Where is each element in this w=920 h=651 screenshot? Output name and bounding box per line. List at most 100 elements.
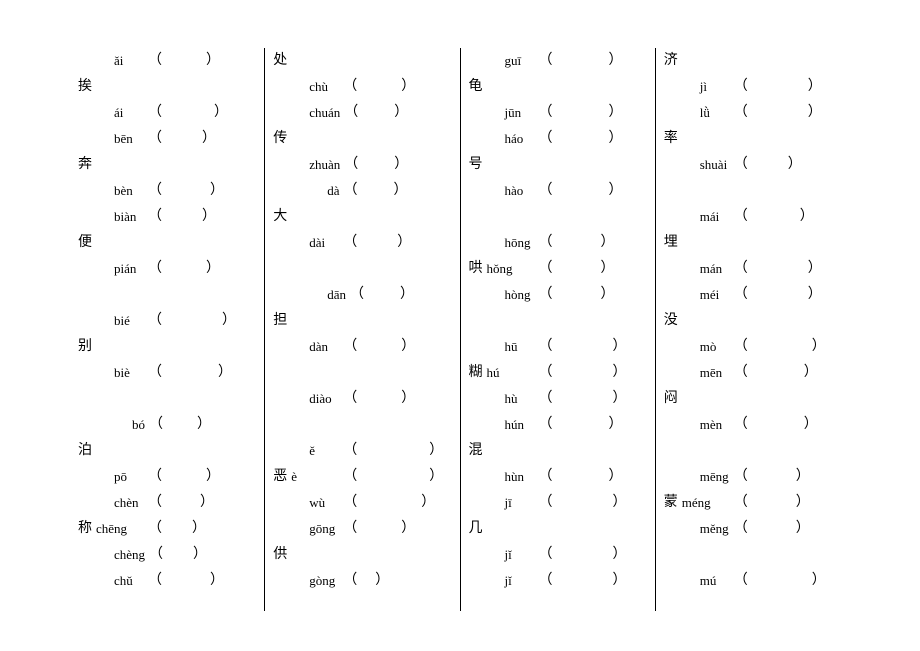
open-paren: （: [539, 48, 553, 74]
open-paren: （: [149, 412, 163, 438]
close-paren: ）: [613, 334, 627, 360]
open-paren: （: [148, 48, 162, 74]
entry-row: chèng（）: [78, 542, 256, 568]
open-paren: （: [539, 178, 553, 204]
open-paren: （: [539, 256, 553, 282]
hanzi-char: 没: [664, 308, 682, 334]
close-paren: ）: [397, 230, 411, 256]
entry-row: 便: [78, 230, 256, 256]
close-paren: ）: [796, 516, 810, 542]
hanzi-char: 处: [273, 48, 291, 74]
hanzi-char: 率: [664, 126, 682, 152]
pinyin-label: hōng: [487, 230, 535, 256]
entry-row: jǐ（）: [469, 568, 647, 594]
pinyin-label: biè: [96, 360, 144, 386]
pinyin-label: hòng: [487, 282, 535, 308]
close-paren: ）: [796, 464, 810, 490]
open-paren: （: [734, 74, 748, 100]
pinyin-label: bié: [96, 308, 144, 334]
pinyin-label: chuán: [291, 100, 340, 126]
pinyin-label: ě: [291, 438, 339, 464]
pinyin-label: pō: [96, 464, 144, 490]
close-paren: ）: [609, 412, 623, 438]
open-paren: （: [148, 100, 162, 126]
entry-row: jǐ（）: [469, 542, 647, 568]
close-paren: ）: [613, 568, 627, 594]
entry-row: 挨: [78, 74, 256, 100]
pinyin-label: jǐ: [487, 568, 535, 594]
hanzi-char: 担: [273, 308, 291, 334]
close-paren: ）: [401, 386, 415, 412]
entry-row: [273, 412, 451, 438]
close-paren: ）: [609, 100, 623, 126]
hanzi-char: 奔: [78, 152, 96, 178]
open-paren: （: [734, 282, 748, 308]
pinyin-label: hù: [487, 386, 535, 412]
entry-row: dàn（）: [273, 334, 451, 360]
entry-row: háo（）: [469, 126, 647, 152]
open-paren: （: [149, 542, 163, 568]
pinyin-label: mán: [682, 256, 730, 282]
pinyin-label: bèn: [96, 178, 144, 204]
open-paren: （: [539, 282, 553, 308]
close-paren: ）: [429, 464, 443, 490]
close-paren: ）: [613, 386, 627, 412]
pinyin-label: wù: [291, 490, 339, 516]
open-paren: （: [734, 490, 748, 516]
open-paren: （: [148, 568, 162, 594]
entry-row: ǎi（）: [78, 48, 256, 74]
entry-row: [273, 256, 451, 282]
entry-row: [664, 542, 842, 568]
pinyin-label: mú: [682, 568, 730, 594]
open-paren: （: [539, 334, 553, 360]
entry-row: [78, 386, 256, 412]
column-4: 济jì（）lǜ（）率shuài（） mái（）埋mán（）méi（）没mò（）m…: [655, 48, 850, 611]
close-paren: ）: [218, 360, 232, 386]
entry-row: biàn（）: [78, 204, 256, 230]
open-paren: （: [734, 464, 748, 490]
pinyin-label: dān: [291, 282, 346, 308]
entry-row: dà（）: [273, 178, 451, 204]
hanzi-char: 别: [78, 334, 96, 360]
open-paren: （: [343, 334, 357, 360]
open-paren: （: [734, 152, 748, 178]
pinyin-label: hào: [487, 178, 535, 204]
open-paren: （: [343, 386, 357, 412]
entry-row: 蒙méng（）: [664, 490, 842, 516]
entry-row: mán（）: [664, 256, 842, 282]
entry-row: wù（）: [273, 490, 451, 516]
pinyin-label: mèn: [682, 412, 730, 438]
entry-row: 号: [469, 152, 647, 178]
open-paren: （: [734, 360, 748, 386]
column-2: 处chù（）chuán（）传zhuàn（）dà（）大dài（） dān（）担dà…: [264, 48, 459, 611]
open-paren: （: [343, 464, 357, 490]
pinyin-label: dà: [291, 178, 339, 204]
open-paren: （: [343, 490, 357, 516]
close-paren: ）: [804, 412, 818, 438]
pinyin-label: guī: [487, 48, 535, 74]
pinyin-label: mò: [682, 334, 730, 360]
entry-row: mái（）: [664, 204, 842, 230]
entry-row: biè（）: [78, 360, 256, 386]
open-paren: （: [148, 490, 162, 516]
hanzi-char: 哄: [469, 256, 487, 282]
pinyin-label: pián: [96, 256, 144, 282]
pinyin-label: biàn: [96, 204, 144, 230]
entry-row: 大: [273, 204, 451, 230]
open-paren: （: [343, 74, 357, 100]
pinyin-label: hú: [487, 360, 535, 386]
hanzi-char: 传: [273, 126, 291, 152]
hanzi-char: 泊: [78, 438, 96, 464]
entry-row: zhuàn（）: [273, 152, 451, 178]
close-paren: ）: [192, 516, 206, 542]
entry-row: [664, 178, 842, 204]
entry-row: měng（）: [664, 516, 842, 542]
open-paren: （: [734, 568, 748, 594]
entry-row: 率: [664, 126, 842, 152]
pinyin-label: mēng: [682, 464, 730, 490]
open-paren: （: [734, 412, 748, 438]
open-paren: （: [148, 126, 162, 152]
entry-row: mēng（ ）: [664, 464, 842, 490]
entry-row: [273, 360, 451, 386]
entry-row: hū（）: [469, 334, 647, 360]
